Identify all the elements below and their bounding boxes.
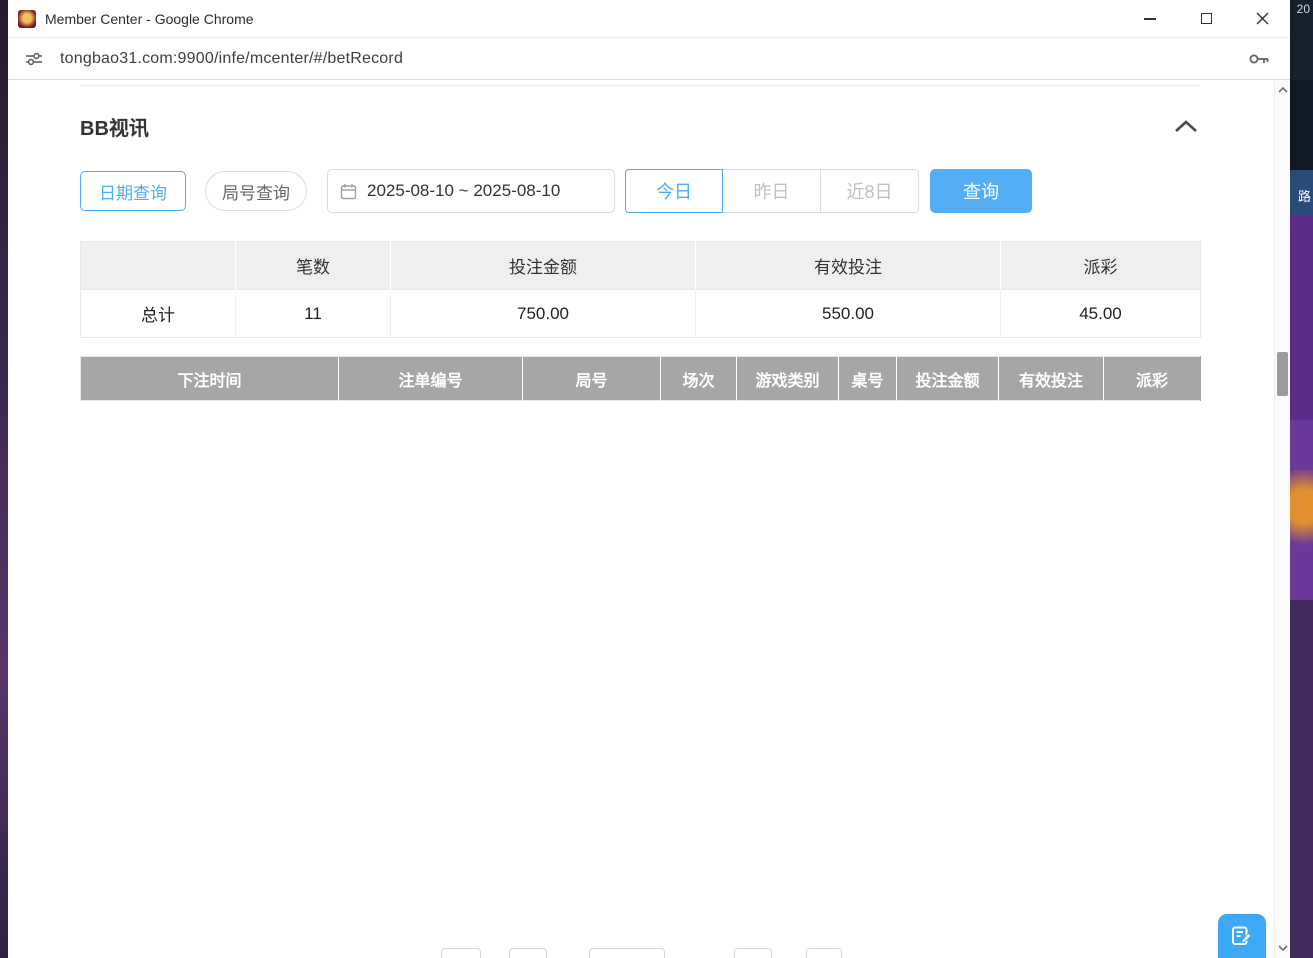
browser-address-bar: tongbao31.com:9900/infe/mcenter/#/betRec…: [8, 38, 1290, 80]
collapse-section-button[interactable]: [1172, 118, 1200, 136]
close-button[interactable]: [1234, 0, 1290, 37]
pagination-next-button[interactable]: [806, 948, 842, 958]
header-payout: 派彩: [1104, 357, 1201, 401]
summary-total-payout: 45.00: [1001, 290, 1201, 338]
chevron-up-icon: [1174, 120, 1198, 133]
desktop-background-right: 20 路: [1290, 0, 1313, 958]
pagination-prev-button[interactable]: [441, 948, 481, 958]
feedback-edit-fab[interactable]: [1218, 914, 1266, 958]
header-table-no: 桌号: [839, 357, 897, 401]
summary-table: 笔数 投注金额 有效投注 派彩 总计 11 750.00 550.00 45.0: [80, 241, 1201, 338]
header-bet-amount: 投注金额: [897, 357, 999, 401]
summary-header-count: 笔数: [236, 242, 391, 290]
filter-toolbar: 日期查询 局号查询 2025-08-10 ~ 2025-08-10 今日 昨日 …: [80, 169, 1200, 213]
minimize-icon: [1144, 18, 1156, 20]
header-session: 场次: [661, 357, 737, 401]
site-settings-tune-icon[interactable]: [24, 49, 44, 69]
vertical-scrollbar[interactable]: [1274, 80, 1290, 958]
window-controls: [1122, 0, 1290, 37]
url-text[interactable]: tongbao31.com:9900/infe/mcenter/#/betRec…: [60, 50, 403, 68]
yesterday-button[interactable]: 昨日: [723, 169, 821, 213]
edit-note-icon: [1230, 924, 1254, 948]
page-title: BB视讯: [80, 112, 149, 141]
taskbar-clock-fragment: 20: [1297, 2, 1310, 16]
header-bet-time: 下注时间: [81, 357, 339, 401]
summary-header-row: 笔数 投注金额 有效投注 派彩: [81, 242, 1201, 290]
last-8-days-button[interactable]: 近8日: [821, 169, 919, 213]
summary-header-blank: [81, 242, 236, 290]
maximize-icon: [1201, 13, 1212, 24]
pagination-page-button-2[interactable]: [734, 948, 772, 958]
pagination-page-button[interactable]: [509, 948, 547, 958]
maximize-button[interactable]: [1178, 0, 1234, 37]
desktop-text-fragment: 路: [1298, 186, 1311, 205]
close-icon: [1256, 12, 1269, 25]
today-button[interactable]: 今日: [625, 169, 723, 213]
calendar-icon: [340, 183, 357, 200]
summary-total-valid-bet: 550.00: [696, 290, 1001, 338]
quick-date-button-group: 今日 昨日 近8日: [625, 169, 919, 213]
page-content: BB视讯 日期查询 局号查询 2025-08-10 ~ 2025-08-10 今…: [8, 80, 1290, 958]
desktop-background-left: [0, 0, 8, 958]
browser-window: Member Center - Google Chrome tongbao31.…: [8, 0, 1290, 958]
window-title: Member Center - Google Chrome: [45, 11, 254, 27]
date-query-tab[interactable]: 日期查询: [80, 171, 186, 211]
summary-total-bet-amount: 750.00: [391, 290, 696, 338]
summary-header-valid-bet: 有效投注: [696, 242, 1001, 290]
date-range-picker[interactable]: 2025-08-10 ~ 2025-08-10: [327, 169, 615, 213]
pagination-page-size-select[interactable]: [589, 948, 665, 958]
header-valid-bet: 有效投注: [999, 357, 1104, 401]
summary-header-payout: 派彩: [1001, 242, 1201, 290]
round-query-tab[interactable]: 局号查询: [205, 171, 307, 211]
date-range-value: 2025-08-10 ~ 2025-08-10: [367, 181, 560, 201]
search-button[interactable]: 查询: [930, 169, 1032, 213]
bet-records-table: 下注时间 注单编号 局号 场次 游戏类别 桌号 投注金额 有效投注 派彩: [80, 356, 1201, 401]
table-header-row: 下注时间 注单编号 局号 场次 游戏类别 桌号 投注金额 有效投注 派彩: [81, 357, 1201, 401]
header-round: 局号: [523, 357, 661, 401]
summary-total-label: 总计: [81, 290, 236, 338]
summary-total-count: 11: [236, 290, 391, 338]
header-bet-id: 注单编号: [339, 357, 523, 401]
scrollbar-thumb[interactable]: [1277, 352, 1288, 396]
scroll-down-arrow[interactable]: [1275, 940, 1291, 956]
window-titlebar: Member Center - Google Chrome: [8, 0, 1290, 38]
desktop-art-fragment: [1290, 470, 1313, 560]
header-game-type: 游戏类别: [737, 357, 839, 401]
summary-header-bet-amount: 投注金额: [391, 242, 696, 290]
password-key-icon[interactable]: [1248, 51, 1270, 67]
summary-total-row: 总计 11 750.00 550.00 45.00: [81, 290, 1201, 338]
desktop: 20 路 Member Center - Google Chrome tongb…: [0, 0, 1313, 958]
scroll-up-arrow[interactable]: [1275, 82, 1291, 98]
site-favicon-icon: [18, 10, 36, 28]
minimize-button[interactable]: [1122, 0, 1178, 37]
section-header: BB视讯: [80, 80, 1200, 141]
